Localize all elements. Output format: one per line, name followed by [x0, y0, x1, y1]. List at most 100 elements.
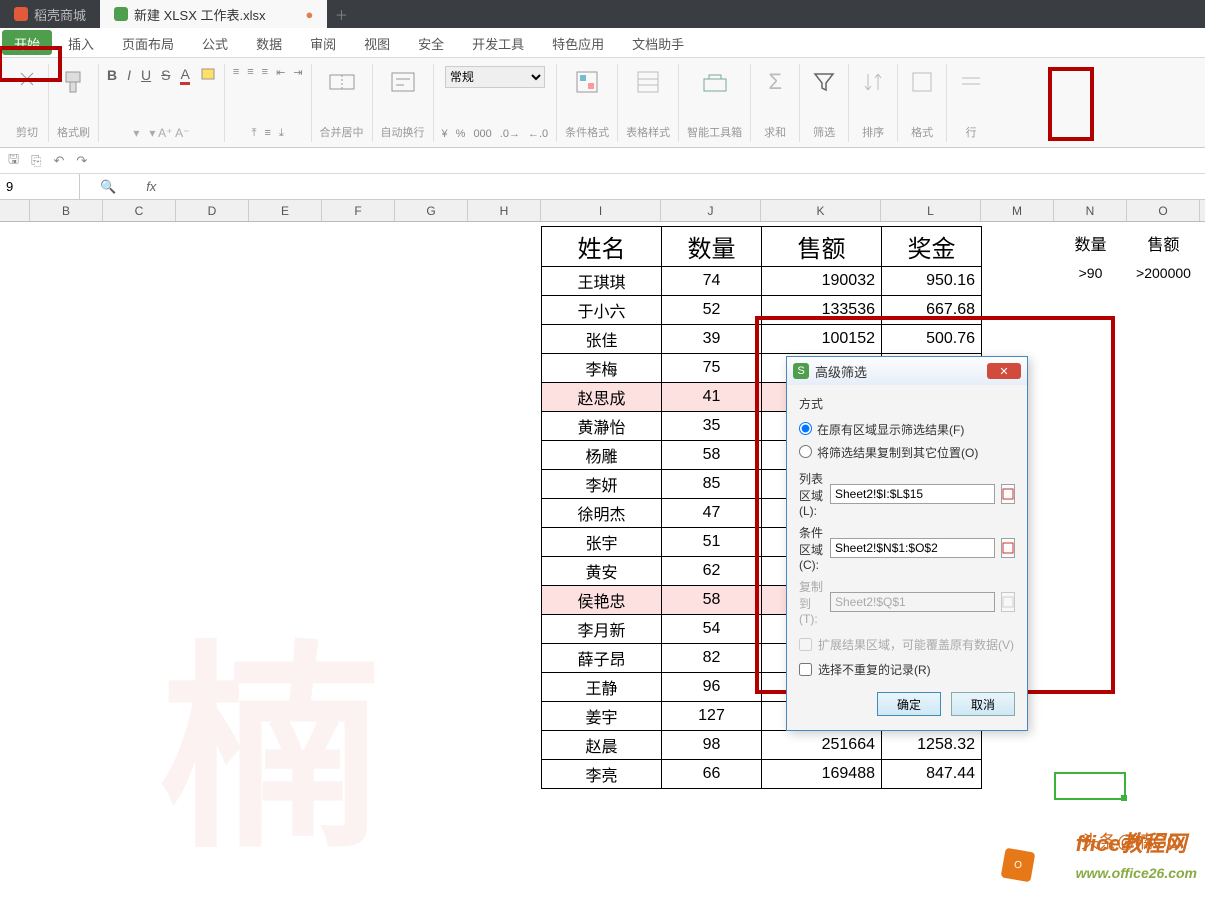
valign-bot-icon[interactable]: ⤓: [279, 127, 284, 140]
close-icon[interactable]: ✕: [987, 363, 1021, 379]
cell-name[interactable]: 赵思成: [542, 383, 662, 412]
cut-icon[interactable]: [14, 66, 40, 92]
format-painter-icon[interactable]: [58, 66, 90, 98]
col-M[interactable]: M: [981, 200, 1054, 221]
cell-bonus[interactable]: 667.68: [882, 296, 982, 325]
align-left-icon[interactable]: ≡: [233, 66, 239, 78]
dec-inc-icon[interactable]: .0→: [500, 128, 520, 140]
critrange-picker-icon[interactable]: [1001, 538, 1015, 558]
font-combo[interactable]: ▾: [133, 126, 139, 140]
menu-insert[interactable]: 插入: [54, 28, 108, 57]
radio-copy[interactable]: 将筛选结果复制到其它位置(O): [799, 441, 1015, 464]
fill-color-button[interactable]: [200, 67, 216, 83]
cell-name[interactable]: 于小六: [542, 296, 662, 325]
col-C[interactable]: C: [103, 200, 176, 221]
col-K[interactable]: K: [761, 200, 881, 221]
radio-copy-input[interactable]: [799, 445, 812, 458]
copy-icon[interactable]: ⎘: [31, 153, 41, 169]
radio-inplace-input[interactable]: [799, 422, 812, 435]
sum-icon[interactable]: Σ: [759, 66, 791, 98]
radio-inplace[interactable]: 在原有区域显示筛选结果(F): [799, 418, 1015, 441]
col-O[interactable]: O: [1127, 200, 1200, 221]
table-row[interactable]: 李亮66169488847.44: [542, 760, 982, 789]
menu-layout[interactable]: 页面布局: [108, 28, 188, 57]
underline-button[interactable]: U: [141, 67, 151, 83]
font-color-button[interactable]: A: [180, 66, 189, 85]
cell-bonus[interactable]: 1258.32: [882, 731, 982, 760]
cell-qty[interactable]: 85: [662, 470, 762, 499]
col-I[interactable]: I: [541, 200, 661, 221]
col-E[interactable]: E: [249, 200, 322, 221]
cell-qty[interactable]: 96: [662, 673, 762, 702]
cell-qty[interactable]: 39: [662, 325, 762, 354]
undo-icon[interactable]: ↶: [53, 153, 64, 169]
cell-name[interactable]: 张佳: [542, 325, 662, 354]
ok-button[interactable]: 确定: [877, 692, 941, 716]
menu-view[interactable]: 视图: [350, 28, 404, 57]
cell-qty[interactable]: 51: [662, 528, 762, 557]
cell-name[interactable]: 姜宇: [542, 702, 662, 731]
currency-icon[interactable]: ¥: [442, 128, 448, 140]
listrange-picker-icon[interactable]: [1001, 484, 1015, 504]
cell-name[interactable]: 黄安: [542, 557, 662, 586]
indent-inc-icon[interactable]: ⇥: [293, 66, 302, 79]
toolbox-icon[interactable]: [699, 66, 731, 98]
dec-dec-icon[interactable]: ←.0: [528, 128, 548, 140]
col-D[interactable]: D: [176, 200, 249, 221]
cell-qty[interactable]: 58: [662, 441, 762, 470]
menu-security[interactable]: 安全: [404, 28, 458, 57]
indent-dec-icon[interactable]: ⇤: [276, 66, 285, 79]
cell-qty[interactable]: 62: [662, 557, 762, 586]
table-row[interactable]: 王琪琪74190032950.16: [542, 267, 982, 296]
menu-dochelper[interactable]: 文档助手: [618, 28, 698, 57]
format-icon[interactable]: [906, 66, 938, 98]
table-row[interactable]: 赵晨982516641258.32: [542, 731, 982, 760]
menu-data[interactable]: 数据: [242, 28, 296, 57]
italic-button[interactable]: I: [127, 67, 131, 83]
cell-name[interactable]: 黄瀞怡: [542, 412, 662, 441]
cell-qty[interactable]: 127: [662, 702, 762, 731]
cell-name[interactable]: 赵晨: [542, 731, 662, 760]
redo-icon[interactable]: ↷: [76, 153, 87, 169]
menu-special[interactable]: 特色应用: [538, 28, 618, 57]
cell-name[interactable]: 王琪琪: [542, 267, 662, 296]
tab-workbook[interactable]: 新建 XLSX 工作表.xlsx ●: [100, 0, 327, 28]
align-center-icon[interactable]: ≡: [247, 66, 253, 78]
table-row[interactable]: 于小六52133536667.68: [542, 296, 982, 325]
cell-bonus[interactable]: 950.16: [882, 267, 982, 296]
cell-name[interactable]: 张宇: [542, 528, 662, 557]
cell-bonus[interactable]: 500.76: [882, 325, 982, 354]
number-format-combo[interactable]: 常规: [445, 66, 545, 88]
unique-checkbox[interactable]: [799, 663, 812, 676]
fx-icon[interactable]: fx: [136, 179, 166, 194]
sort-icon[interactable]: [857, 66, 889, 98]
cell-qty[interactable]: 52: [662, 296, 762, 325]
valign-mid-icon[interactable]: ≡: [264, 127, 270, 139]
cell-name[interactable]: 杨雕: [542, 441, 662, 470]
search-icon[interactable]: 🔍: [80, 179, 136, 195]
unique-checkbox-row[interactable]: 选择不重复的记录(R): [799, 657, 1015, 682]
cell-sales[interactable]: 133536: [762, 296, 882, 325]
filter-icon[interactable]: [808, 66, 840, 98]
menu-devtools[interactable]: 开发工具: [458, 28, 538, 57]
col-H[interactable]: H: [468, 200, 541, 221]
col-F[interactable]: F: [322, 200, 395, 221]
valign-top-icon[interactable]: ⤒: [252, 127, 257, 140]
menu-formula[interactable]: 公式: [188, 28, 242, 57]
cell-name[interactable]: 徐明杰: [542, 499, 662, 528]
critrange-input[interactable]: [830, 538, 995, 558]
col-J[interactable]: J: [661, 200, 761, 221]
tab-store[interactable]: 稻壳商城: [0, 0, 100, 28]
cell-qty[interactable]: 58: [662, 586, 762, 615]
col-B[interactable]: B: [30, 200, 103, 221]
cell-qty[interactable]: 35: [662, 412, 762, 441]
cell-name[interactable]: 李梅: [542, 354, 662, 383]
save-icon[interactable]: 🖫: [8, 150, 19, 172]
font-size-combo[interactable]: ▾ A⁺ A⁻: [149, 126, 189, 140]
listrange-input[interactable]: [830, 484, 995, 504]
cell-qty[interactable]: 66: [662, 760, 762, 789]
name-box[interactable]: 9: [0, 174, 80, 199]
strike-button[interactable]: S: [161, 67, 170, 83]
wrap-icon[interactable]: [387, 66, 419, 98]
cell-name[interactable]: 李月新: [542, 615, 662, 644]
